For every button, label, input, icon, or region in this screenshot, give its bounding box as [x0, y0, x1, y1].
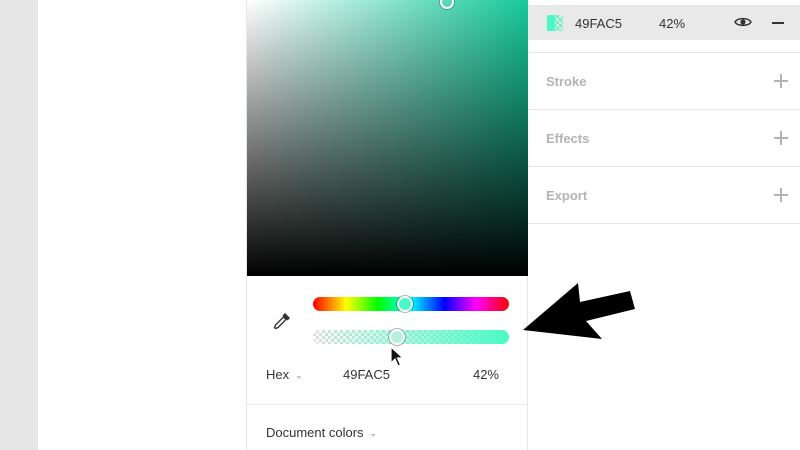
fill-hex-input[interactable]: 49FAC5 [575, 16, 622, 31]
stroke-section: Stroke [528, 52, 800, 109]
minus-icon[interactable] [772, 22, 784, 24]
plus-icon[interactable] [774, 74, 788, 88]
color-format-label: Hex [266, 367, 290, 382]
section-title-effects: Effects [546, 131, 590, 146]
fill-row[interactable]: 49FAC5 42% [528, 5, 800, 40]
hue-handle[interactable] [397, 296, 413, 312]
color-value-row: Hex ⌄ 49FAC5 42% [247, 362, 528, 388]
swatch-solid-half [547, 15, 555, 31]
canvas-gutter [0, 0, 38, 450]
chevron-down-icon: ⌄ [369, 428, 378, 438]
saturation-brightness-area[interactable] [247, 0, 528, 276]
plus-icon[interactable] [774, 131, 788, 145]
mouse-cursor-icon [390, 345, 405, 368]
color-picker-panel: Hex ⌄ 49FAC5 42% Document colors ⌄ [246, 0, 528, 450]
opacity-slider[interactable] [313, 329, 509, 345]
annotation-arrow-icon [520, 275, 640, 345]
fill-opacity-input[interactable]: 42% [659, 16, 685, 31]
section-title-export: Export [546, 188, 588, 203]
saturation-handle[interactable] [440, 0, 454, 9]
section-title-stroke: Stroke [546, 74, 587, 89]
document-colors-select[interactable]: Document colors ⌄ [266, 425, 377, 440]
plus-icon[interactable] [774, 188, 788, 202]
eyedropper-icon[interactable] [271, 310, 293, 332]
opacity-handle[interactable] [389, 329, 405, 345]
document-colors-label: Document colors [266, 425, 364, 440]
eye-icon[interactable] [734, 15, 752, 29]
properties-panel: 49FAC5 42% Stroke Effects Export [528, 0, 800, 450]
hue-slider[interactable] [313, 296, 509, 312]
hex-input[interactable]: 49FAC5 [343, 367, 423, 382]
opacity-input[interactable]: 42% [459, 367, 499, 382]
export-section: Export [528, 166, 800, 224]
chevron-down-icon: ⌄ [295, 370, 303, 380]
canvas-area[interactable] [38, 0, 246, 450]
divider [247, 404, 528, 405]
fill-swatch[interactable] [547, 15, 563, 31]
effects-section: Effects [528, 109, 800, 166]
color-format-select[interactable]: Hex ⌄ [266, 367, 303, 382]
